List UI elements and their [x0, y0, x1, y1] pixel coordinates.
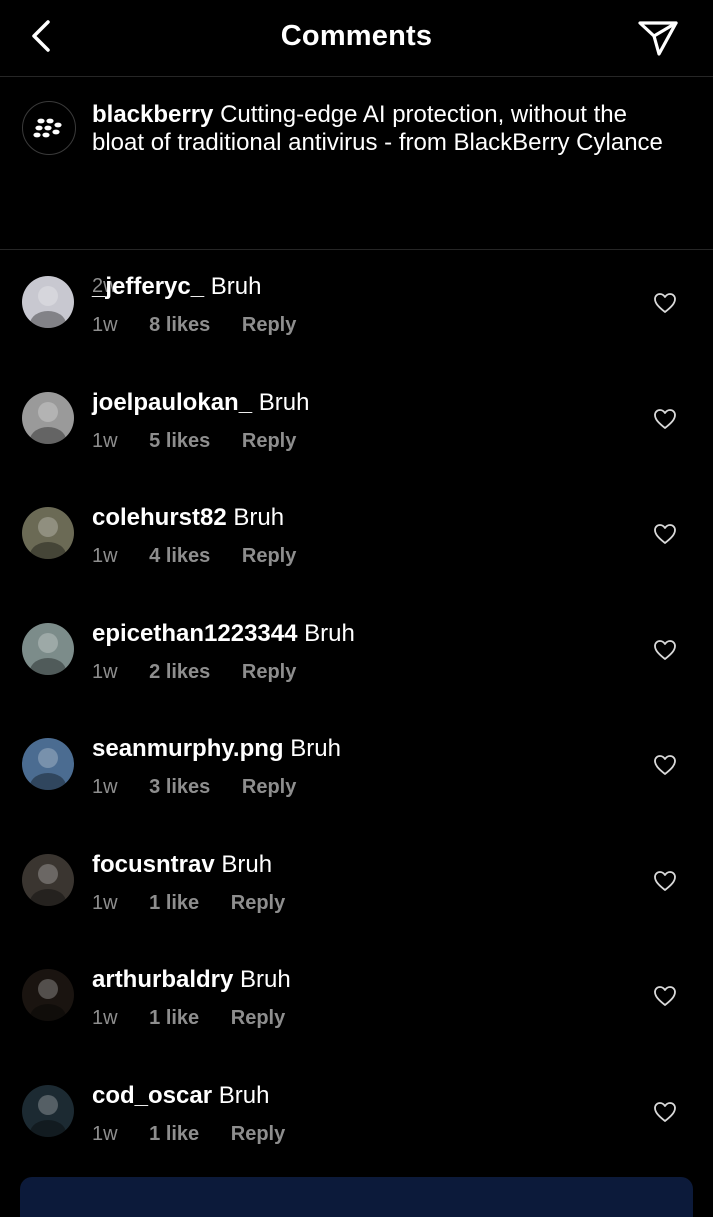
- like-count[interactable]: 5 likes: [149, 430, 210, 452]
- comment-text: joelpaulokan_ Bruh: [92, 388, 309, 418]
- commenter-avatar[interactable]: [22, 738, 74, 790]
- like-count[interactable]: 3 likes: [149, 776, 210, 798]
- heart-icon[interactable]: [653, 639, 677, 661]
- comment-username[interactable]: cod_oscar: [92, 1082, 212, 1109]
- like-count[interactable]: 8 likes: [149, 314, 210, 336]
- heart-icon[interactable]: [653, 985, 677, 1007]
- reply-button[interactable]: Reply: [242, 314, 296, 336]
- comment-body: Bruh: [283, 735, 341, 762]
- heart-icon[interactable]: [653, 292, 677, 314]
- comment-username[interactable]: focusntrav: [92, 851, 215, 878]
- like-count[interactable]: 1 like: [149, 1123, 199, 1145]
- caption-username[interactable]: blackberry: [92, 101, 213, 128]
- comment-row: colehurst82 Bruh 1w 4 likes Reply: [0, 481, 713, 597]
- comment-meta: 1w 1 like Reply: [92, 892, 311, 915]
- heart-icon[interactable]: [653, 408, 677, 430]
- comment-text: _jefferyc_ Bruh: [92, 272, 261, 302]
- like-count[interactable]: 1 like: [149, 1007, 199, 1029]
- reply-button[interactable]: Reply: [242, 545, 296, 567]
- comment-body: Bruh: [214, 850, 273, 878]
- comment-body: Bruh: [297, 619, 355, 647]
- commenter-avatar[interactable]: [22, 507, 74, 559]
- heart-icon[interactable]: [653, 523, 677, 545]
- comment-time: 1w: [92, 1122, 118, 1145]
- commenter-avatar[interactable]: [22, 276, 74, 328]
- comment-username[interactable]: arthurbaldry: [92, 966, 233, 993]
- comment-text: focusntrav Bruh: [92, 850, 272, 880]
- comment-row: seanmurphy.png Bruh 1w 3 likes Reply: [0, 712, 713, 828]
- profile-photo: [22, 391, 74, 444]
- blackberry-logo-icon: [33, 118, 62, 138]
- comment-username[interactable]: seanmurphy.png: [92, 735, 284, 762]
- comment-time: 1w: [92, 429, 118, 452]
- profile-photo: [22, 507, 74, 559]
- bottom-banner[interactable]: [20, 1177, 693, 1217]
- post-caption: blackberry Cutting-edge AI protection, w…: [0, 77, 713, 297]
- comment-text: seanmurphy.png Bruh: [92, 734, 341, 764]
- reply-button[interactable]: Reply: [231, 892, 285, 914]
- comment-time: 1w: [92, 314, 118, 336]
- reply-button[interactable]: Reply: [242, 430, 296, 452]
- comment-meta: 1w 1 like Reply: [92, 1123, 311, 1146]
- comment-body: Bruh: [204, 273, 262, 300]
- profile-photo: [22, 622, 74, 675]
- comment-time: 1w: [92, 660, 118, 683]
- direct-share-icon[interactable]: [637, 18, 679, 58]
- commenter-avatar[interactable]: [22, 391, 74, 444]
- header-bar: Comments: [0, 0, 713, 77]
- comment-text: arthurbaldry Bruh: [92, 965, 291, 995]
- comment-list: _jefferyc_ Bruh 1w 8 likes Reply joelpau…: [0, 250, 713, 1174]
- blackberry-avatar[interactable]: [22, 101, 76, 155]
- commenter-avatar[interactable]: [22, 853, 74, 906]
- comment-time: 1w: [92, 776, 118, 798]
- heart-icon[interactable]: [653, 754, 677, 776]
- page-title: Comments: [280, 20, 433, 52]
- commenter-avatar[interactable]: [22, 969, 74, 1021]
- comment-username[interactable]: colehurst82: [92, 504, 227, 531]
- comment-text: epicethan1223344 Bruh: [92, 619, 355, 649]
- profile-photo: [22, 1084, 74, 1137]
- comment-meta: 1w 4 likes Reply: [92, 545, 322, 568]
- caption-text: blackberry Cutting-edge AI protection, w…: [92, 101, 682, 157]
- comment-meta: 1w 8 likes Reply: [92, 314, 322, 337]
- like-count[interactable]: 4 likes: [149, 545, 210, 567]
- comment-text: cod_oscar Bruh: [92, 1081, 269, 1111]
- comment-row: arthurbaldry Bruh 1w 1 like Reply: [0, 943, 713, 1059]
- comment-meta: 1w 1 like Reply: [92, 1007, 311, 1030]
- like-count[interactable]: 1 like: [149, 892, 199, 914]
- reply-button[interactable]: Reply: [242, 776, 296, 798]
- profile-photo: [22, 969, 74, 1021]
- comment-username[interactable]: joelpaulokan_: [92, 389, 252, 416]
- reply-button[interactable]: Reply: [231, 1007, 285, 1029]
- comment-meta: 1w 5 likes Reply: [92, 430, 322, 453]
- comment-body: Bruh: [212, 1081, 270, 1109]
- comment-body: Bruh: [226, 504, 285, 531]
- comment-body: Bruh: [233, 966, 291, 993]
- comment-row: focusntrav Bruh 1w 1 like Reply: [0, 828, 713, 944]
- comment-row: joelpaulokan_ Bruh 1w 5 likes Reply: [0, 366, 713, 482]
- comment-row: _jefferyc_ Bruh 1w 8 likes Reply: [0, 250, 713, 366]
- comment-meta: 1w 2 likes Reply: [92, 661, 322, 684]
- comment-username[interactable]: epicethan1223344: [92, 620, 297, 647]
- profile-photo: [22, 276, 74, 328]
- comment-text: colehurst82 Bruh: [92, 503, 284, 533]
- comment-row: epicethan1223344 Bruh 1w 2 likes Reply: [0, 597, 713, 713]
- heart-icon[interactable]: [653, 870, 677, 892]
- reply-button[interactable]: Reply: [242, 661, 296, 683]
- profile-photo: [22, 853, 74, 906]
- comment-meta: 1w 3 likes Reply: [92, 776, 322, 799]
- comment-row: cod_oscar Bruh 1w 1 like Reply: [0, 1059, 713, 1175]
- comment-time: 1w: [92, 1007, 118, 1029]
- like-count[interactable]: 2 likes: [149, 661, 210, 683]
- comment-time: 1w: [92, 891, 118, 914]
- commenter-avatar[interactable]: [22, 622, 74, 675]
- comment-time: 1w: [92, 545, 118, 567]
- commenter-avatar[interactable]: [22, 1084, 74, 1137]
- comment-username[interactable]: _jefferyc_: [92, 273, 204, 300]
- heart-icon[interactable]: [653, 1101, 677, 1123]
- comment-body: Bruh: [252, 388, 310, 416]
- reply-button[interactable]: Reply: [231, 1123, 285, 1145]
- profile-photo: [22, 738, 74, 790]
